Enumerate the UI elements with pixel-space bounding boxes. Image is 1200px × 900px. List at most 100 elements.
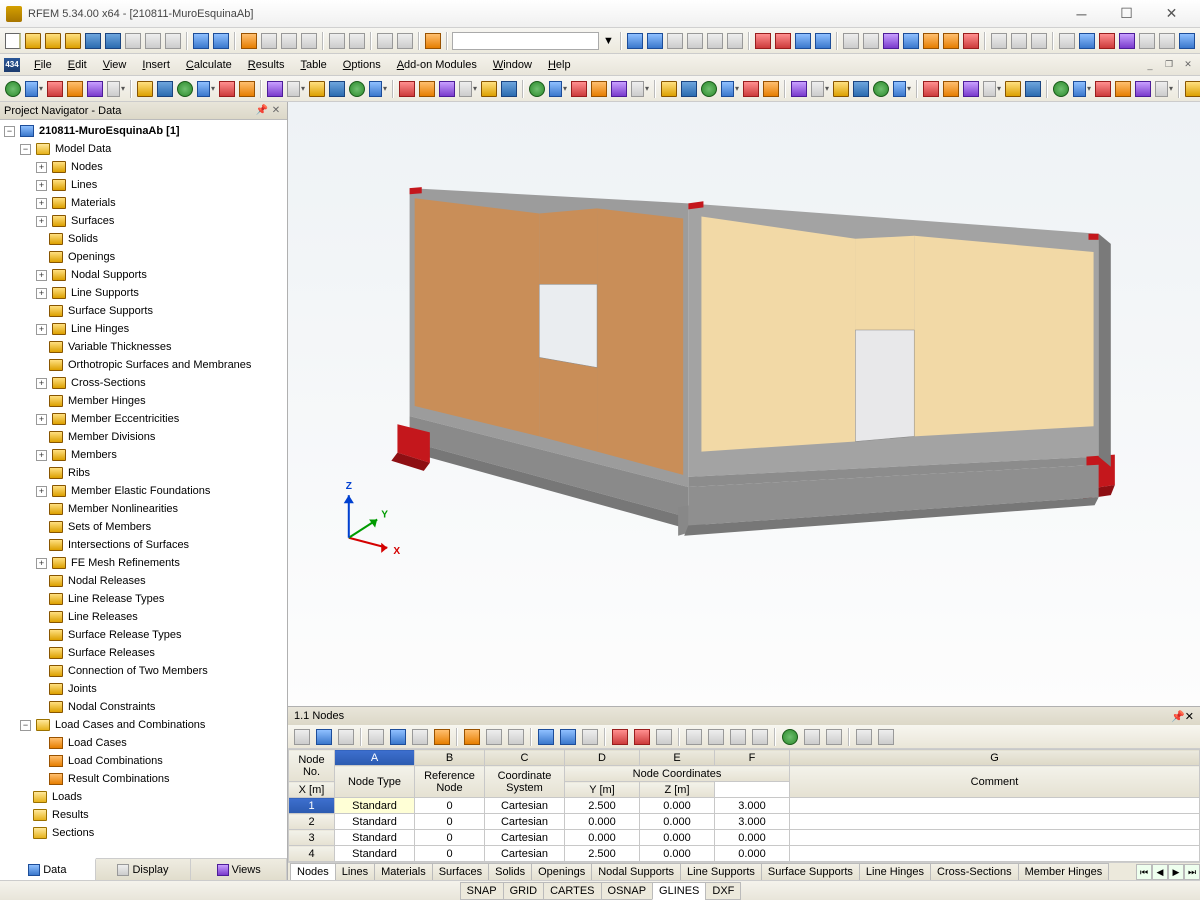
table-tool-icon-7[interactable] xyxy=(462,727,482,747)
table-tool-icon-18[interactable] xyxy=(728,727,748,747)
col-letter-C[interactable]: C xyxy=(485,750,565,766)
table-tool-icon-22[interactable] xyxy=(824,727,844,747)
tree-loads[interactable]: Loads xyxy=(0,788,287,806)
data-grid[interactable]: NodeNo.ABCDEFGNode TypeReferenceNodeCoor… xyxy=(288,749,1200,862)
tree-item-cross-sections[interactable]: +Cross-Sections xyxy=(0,374,287,392)
sheet-nav-0[interactable]: ⏮ xyxy=(1136,864,1152,880)
tree-item-member-nonlinearities[interactable]: Member Nonlinearities xyxy=(0,500,287,518)
tool2-icon-51[interactable] xyxy=(1114,79,1132,99)
sheet-tab-line-hinges[interactable]: Line Hinges xyxy=(859,863,931,880)
persp-icon[interactable] xyxy=(1030,31,1048,51)
tool2-icon-31[interactable] xyxy=(680,79,698,99)
tree-item-members[interactable]: +Members xyxy=(0,446,287,464)
tool2-icon-43[interactable] xyxy=(942,79,960,99)
table-row[interactable]: 1Standard0Cartesian2.5000.0003.000 xyxy=(289,798,1200,814)
tool2-icon-49[interactable]: ▾ xyxy=(1072,79,1092,99)
tool2-icon-23[interactable] xyxy=(500,79,518,99)
menu-file[interactable]: File xyxy=(26,57,60,73)
display-d-icon[interactable] xyxy=(814,31,832,51)
redo-icon[interactable] xyxy=(212,31,230,51)
table-tool-icon-11[interactable] xyxy=(558,727,578,747)
menu-view[interactable]: View xyxy=(95,57,135,73)
save-as-icon[interactable] xyxy=(104,31,122,51)
tool2-icon-20[interactable] xyxy=(438,79,456,99)
tree-item-materials[interactable]: +Materials xyxy=(0,194,287,212)
tool2-icon-8[interactable] xyxy=(176,79,194,99)
display-a-icon[interactable] xyxy=(754,31,772,51)
tool2-icon-4[interactable] xyxy=(86,79,104,99)
aux-g-icon[interactable] xyxy=(1178,31,1196,51)
sheet-tab-surface-supports[interactable]: Surface Supports xyxy=(761,863,860,880)
sheet-tab-openings[interactable]: Openings xyxy=(531,863,592,880)
sheet-tab-cross-sections[interactable]: Cross-Sections xyxy=(930,863,1019,880)
sheet-tab-surfaces[interactable]: Surfaces xyxy=(432,863,489,880)
show-a-icon[interactable] xyxy=(842,31,860,51)
table-tool-icon-10[interactable] xyxy=(536,727,556,747)
table-tool-icon-4[interactable] xyxy=(388,727,408,747)
table-tool-icon-9[interactable] xyxy=(506,727,526,747)
col-Y [m][interactable]: Y [m] xyxy=(565,782,640,798)
tree-item-nodes[interactable]: +Nodes xyxy=(0,158,287,176)
tree-sections[interactable]: Sections xyxy=(0,824,287,842)
tool2-icon-25[interactable]: ▾ xyxy=(548,79,568,99)
tool2-icon-28[interactable] xyxy=(610,79,628,99)
tool2-icon-6[interactable] xyxy=(136,79,154,99)
table-tool-icon-21[interactable] xyxy=(802,727,822,747)
tool2-icon-50[interactable] xyxy=(1094,79,1112,99)
aux-c-icon[interactable] xyxy=(1098,31,1116,51)
loadcase-combo[interactable] xyxy=(452,32,599,50)
table-tool-icon-8[interactable] xyxy=(484,727,504,747)
menu-add-on-modules[interactable]: Add-on Modules xyxy=(389,57,485,73)
show-c-icon[interactable] xyxy=(882,31,900,51)
col-node-no[interactable]: NodeNo. xyxy=(289,750,335,782)
sheet-nav-1[interactable]: ◀ xyxy=(1152,864,1168,880)
tool2-icon-21[interactable]: ▾ xyxy=(458,79,478,99)
status-cartes[interactable]: CARTES xyxy=(543,882,601,900)
doc-min-icon[interactable]: _ xyxy=(1142,58,1158,72)
tool2-icon-11[interactable] xyxy=(238,79,256,99)
sheet-tab-nodes[interactable]: Nodes xyxy=(290,863,336,880)
col-letter-E[interactable]: E xyxy=(640,750,715,766)
col-X [m][interactable]: X [m] xyxy=(289,782,335,798)
tool2-icon-27[interactable] xyxy=(590,79,608,99)
tool2-icon-45[interactable]: ▾ xyxy=(982,79,1002,99)
maximize-button[interactable]: ☐ xyxy=(1104,3,1149,25)
tool2-icon-26[interactable] xyxy=(570,79,588,99)
table-tool-icon-19[interactable] xyxy=(750,727,770,747)
undo-icon[interactable] xyxy=(192,31,210,51)
calc-icon[interactable] xyxy=(424,31,442,51)
print-icon[interactable] xyxy=(124,31,142,51)
combo-arrow-icon[interactable]: ▼ xyxy=(601,31,616,51)
status-osnap[interactable]: OSNAP xyxy=(601,882,654,900)
library-icon[interactable] xyxy=(64,31,82,51)
table-tool-icon-0[interactable] xyxy=(292,727,312,747)
tree-item-surface-supports[interactable]: Surface Supports xyxy=(0,302,287,320)
sheet-tab-member-hinges[interactable]: Member Hinges xyxy=(1018,863,1110,880)
tree-item-member-eccentricities[interactable]: +Member Eccentricities xyxy=(0,410,287,428)
sheet-tab-nodal-supports[interactable]: Nodal Supports xyxy=(591,863,681,880)
table-pin-icon[interactable]: 📌 xyxy=(1171,710,1185,723)
col-Z [m][interactable]: Z [m] xyxy=(640,782,715,798)
tool2-icon-5[interactable]: ▾ xyxy=(106,79,126,99)
tool2-icon-46[interactable] xyxy=(1004,79,1022,99)
tree-item-sets-of-members[interactable]: Sets of Members xyxy=(0,518,287,536)
open-icon[interactable] xyxy=(24,31,42,51)
tree-item-nodal-releases[interactable]: Nodal Releases xyxy=(0,572,287,590)
tool2-icon-38[interactable] xyxy=(832,79,850,99)
open-cloud-icon[interactable] xyxy=(44,31,62,51)
tree-item-intersections-of-surfaces[interactable]: Intersections of Surfaces xyxy=(0,536,287,554)
table-tool-icon-14[interactable] xyxy=(632,727,652,747)
tool2-icon-22[interactable] xyxy=(480,79,498,99)
tool2-icon-2[interactable] xyxy=(46,79,64,99)
status-dxf[interactable]: DXF xyxy=(705,882,741,900)
tool2-icon-24[interactable] xyxy=(528,79,546,99)
tree-item-solids[interactable]: Solids xyxy=(0,230,287,248)
tree-item-line-release-types[interactable]: Line Release Types xyxy=(0,590,287,608)
table-tool-icon-2[interactable] xyxy=(336,727,356,747)
aux-a-icon[interactable] xyxy=(1058,31,1076,51)
tree-item-orthotropic-surfaces-and-membranes[interactable]: Orthotropic Surfaces and Membranes xyxy=(0,356,287,374)
table-tool-icon-24[interactable] xyxy=(876,727,896,747)
tree-item-member-hinges[interactable]: Member Hinges xyxy=(0,392,287,410)
shade-icon[interactable] xyxy=(1010,31,1028,51)
table-close-icon[interactable]: ✕ xyxy=(1185,710,1194,723)
